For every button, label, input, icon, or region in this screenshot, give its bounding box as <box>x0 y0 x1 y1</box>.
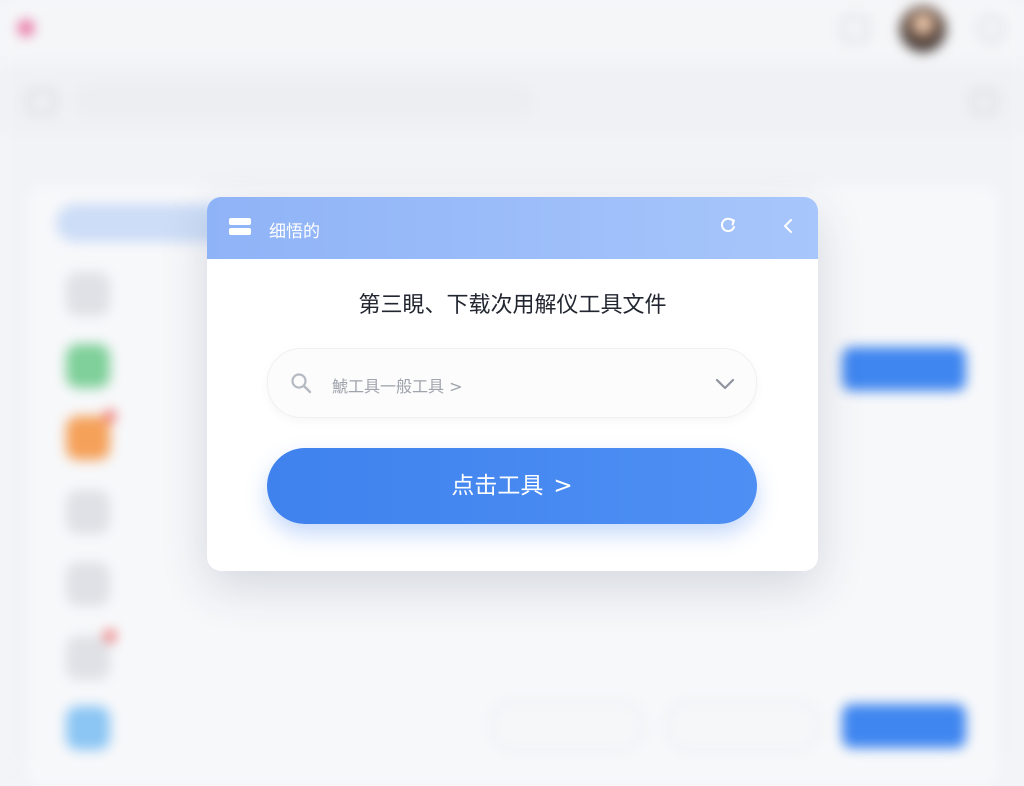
list-item[interactable] <box>66 630 366 680</box>
modal-header: 细悟的 <box>207 197 818 259</box>
tool-modal: 细悟的 第三睍、下载次用解仪工具文件 鯱工具一般工具 > 点击工具 > <box>207 197 818 571</box>
ghost-button[interactable] <box>490 700 644 752</box>
brand-logo-icon <box>18 20 34 36</box>
app-icon <box>66 562 110 606</box>
menu-icon[interactable] <box>28 90 56 114</box>
modal-header-title: 细悟的 <box>269 222 320 242</box>
top-bar <box>0 0 1024 60</box>
badge-dot <box>104 630 116 642</box>
list-item[interactable] <box>66 706 366 750</box>
list-icon <box>229 218 253 236</box>
button-chevron: > <box>553 473 573 499</box>
search-input[interactable] <box>74 84 534 118</box>
button-label: 点击工具 <box>451 473 544 499</box>
search-row <box>0 68 1024 134</box>
chevron-left-icon[interactable] <box>781 215 795 242</box>
ghost-button[interactable] <box>666 700 820 752</box>
app-icon <box>66 636 110 680</box>
click-tool-button[interactable]: 点击工具 > <box>267 448 757 524</box>
notification-icon[interactable] <box>842 16 868 42</box>
app-icon <box>66 706 110 750</box>
row-action-button[interactable] <box>842 704 966 748</box>
settings-icon[interactable] <box>978 16 1004 42</box>
chevron-down-icon[interactable] <box>714 373 736 395</box>
modal-title: 第三睍、下载次用解仪工具文件 <box>358 293 667 318</box>
select-value: 鯱工具一般工具 > <box>332 377 463 396</box>
app-icon <box>66 272 110 316</box>
avatar[interactable] <box>900 6 946 52</box>
badge-dot <box>104 410 116 422</box>
app-icon <box>66 416 110 460</box>
app-icon <box>66 490 110 534</box>
refresh-icon[interactable] <box>719 216 737 234</box>
tool-select[interactable]: 鯱工具一般工具 > <box>267 348 757 418</box>
filter-icon[interactable] <box>972 90 996 114</box>
row-action-button[interactable] <box>842 347 966 391</box>
app-icon <box>66 344 110 388</box>
search-icon <box>290 372 312 394</box>
